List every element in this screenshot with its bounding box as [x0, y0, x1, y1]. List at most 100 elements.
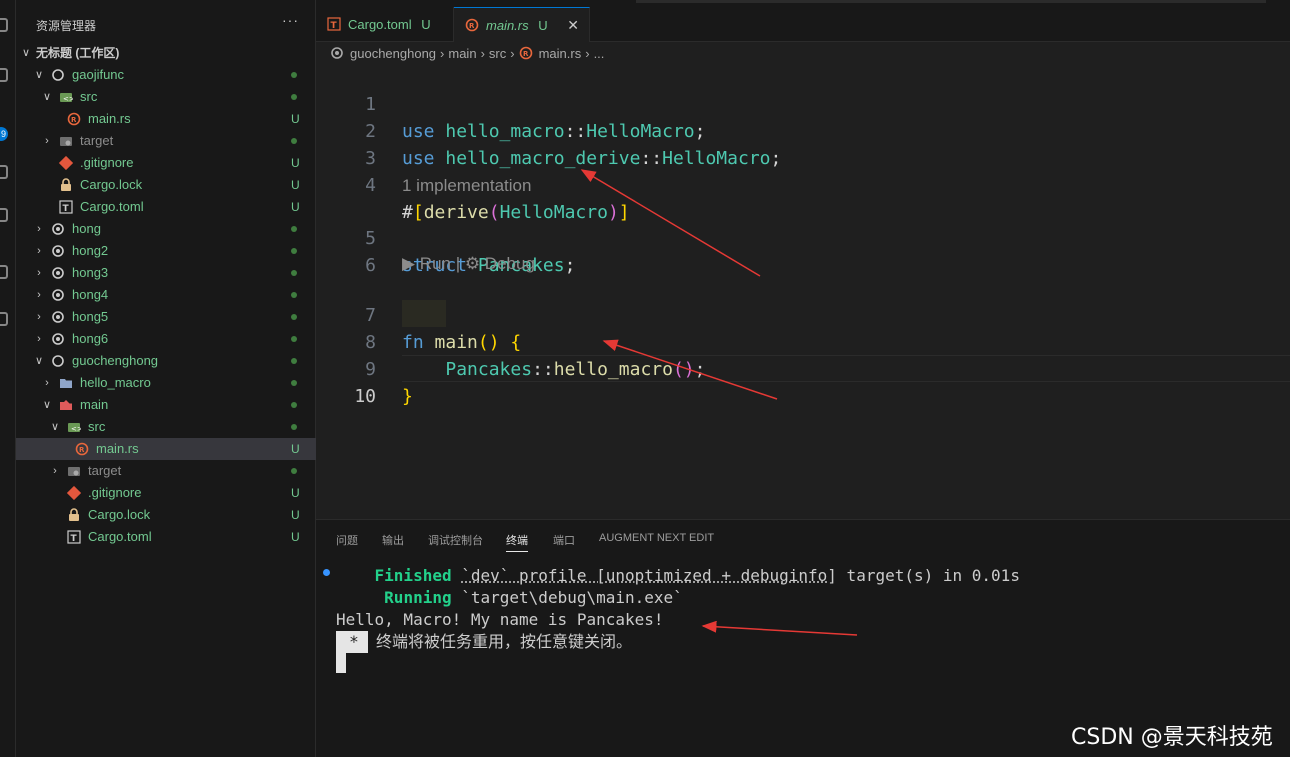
chevron-down-icon: ∨ — [42, 399, 52, 411]
tree-folder-target[interactable]: › target — [16, 460, 316, 482]
explorer-sidebar: 资源管理器 ··· ∨ 无标题 (工作区) ∨ gaojifunc ∨ <> s… — [16, 0, 316, 757]
breadcrumb-item[interactable]: main — [448, 46, 476, 61]
chevron-right-icon: › — [53, 465, 57, 477]
chevron-right-icon: › — [37, 333, 41, 345]
tree-label: Cargo.lock — [80, 177, 143, 192]
codelens-implementations[interactable]: 1 implementation — [402, 172, 531, 199]
breadcrumb-item[interactable]: guochenghong — [350, 46, 436, 61]
breadcrumb-item[interactable]: main.rs — [539, 46, 582, 61]
tree-label: src — [88, 419, 106, 434]
tree-folder-src[interactable]: ∨ <> src — [16, 86, 316, 108]
tree-label: hong4 — [72, 287, 109, 302]
tree-folder-hong6[interactable]: › hong6 — [16, 328, 316, 350]
tab-augment-next-edit[interactable]: AUGMENT NEXT EDIT — [599, 532, 714, 544]
tree-folder-hello-macro[interactable]: › hello_macro — [16, 372, 316, 394]
lock-icon — [69, 508, 79, 521]
search-icon[interactable] — [0, 68, 8, 82]
terminal-line: Running `target\debug\main.exe` — [336, 587, 683, 609]
tab-status: U — [421, 17, 431, 32]
breadcrumb-item[interactable]: src — [489, 46, 506, 61]
tree-file-cargo-toml[interactable]: T Cargo.toml U — [16, 526, 316, 548]
tab-cargo-toml[interactable]: T Cargo.toml U — [316, 7, 454, 42]
breadcrumb-item[interactable]: ... — [594, 46, 605, 61]
chevron-right-icon: › — [37, 245, 41, 257]
tree-file-gitignore[interactable]: .gitignore U — [16, 152, 316, 174]
tree-file-main-rs-selected[interactable]: R main.rs U — [16, 438, 316, 460]
close-icon[interactable]: ✕ — [567, 8, 579, 43]
tree-folder-hong3[interactable]: › hong3 — [16, 262, 316, 284]
status-dot — [291, 314, 297, 320]
svg-text:<>: <> — [71, 425, 81, 433]
chevron-down-icon: ∨ — [42, 91, 52, 103]
workspace-row[interactable]: ∨ 无标题 (工作区) — [16, 42, 316, 64]
src-folder-icon: <> — [68, 423, 81, 433]
tab-terminal[interactable]: 终端 — [506, 532, 528, 552]
extensions-icon[interactable] — [0, 208, 8, 222]
chevron-right-icon: › — [45, 135, 49, 147]
project-icon — [331, 47, 343, 59]
tree-file-main-rs[interactable]: R main.rs U — [16, 108, 316, 130]
tree-label: target — [88, 463, 122, 478]
terminal-output: Hello, Macro! My name is Pancakes! — [336, 610, 664, 629]
tree-folder-src[interactable]: ∨ <> src — [16, 416, 316, 438]
tree-folder-hong2[interactable]: › hong2 — [16, 240, 316, 262]
rust-file-icon: R — [67, 112, 81, 126]
explorer-icon[interactable] — [0, 18, 8, 32]
chevron-right-icon: › — [37, 289, 41, 301]
workspace-label: 无标题 (工作区) — [36, 46, 120, 60]
terminal-link[interactable]: `dev` profile [unoptimized + debuginfo] — [461, 566, 837, 585]
status-dot — [291, 270, 297, 276]
git-untracked-badge: U — [291, 112, 300, 126]
title-bar-divider — [636, 0, 1266, 3]
json-icon[interactable] — [0, 312, 8, 326]
tree-folder-target[interactable]: › target — [16, 130, 316, 152]
tree-folder-guochenghong[interactable]: ∨ guochenghong — [16, 350, 316, 372]
status-dot — [291, 72, 297, 78]
tree-file-cargo-toml[interactable]: T Cargo.toml U — [16, 196, 316, 218]
tree-folder-main[interactable]: ∨ main — [16, 394, 316, 416]
tab-debug-console[interactable]: 调试控制台 — [428, 532, 483, 548]
terminal-token: Finished — [374, 566, 452, 585]
run-debug-icon[interactable] — [0, 165, 8, 179]
tree-folder-hong4[interactable]: › hong4 — [16, 284, 316, 306]
tree-file-cargo-lock[interactable]: Cargo.lock U — [16, 504, 316, 526]
git-untracked-badge: U — [291, 530, 300, 544]
tree-folder-gaojifunc[interactable]: ∨ gaojifunc — [16, 64, 316, 86]
terminal-token: `target\debug\main.exe` — [451, 588, 683, 607]
tree-label: hello_macro — [80, 375, 151, 390]
token: } — [402, 386, 413, 407]
git-file-icon — [59, 156, 73, 170]
status-dot — [291, 292, 297, 298]
remote-icon[interactable] — [0, 265, 8, 279]
tab-main-rs[interactable]: R main.rs U ✕ — [454, 7, 590, 42]
tree-file-gitignore[interactable]: .gitignore U — [16, 482, 316, 504]
chevron-right-icon: › — [45, 377, 49, 389]
chevron-right-icon: › — [480, 46, 485, 61]
code-line: 7 fn main() { — [316, 275, 1290, 353]
project-icon — [52, 69, 64, 81]
tab-label: Cargo.toml — [348, 17, 412, 32]
command-decoration-icon[interactable] — [323, 569, 330, 576]
target-folder-icon — [60, 137, 72, 146]
more-actions-button[interactable]: ··· — [282, 12, 299, 28]
code-line: 2 use hello_macro_derive::HelloMacro; — [316, 91, 1290, 169]
tab-ports[interactable]: 端口 — [553, 532, 575, 548]
tab-problems[interactable]: 问题 — [336, 532, 358, 548]
tree-folder-hong5[interactable]: › hong5 — [16, 306, 316, 328]
tree-file-cargo-lock[interactable]: Cargo.lock U — [16, 174, 316, 196]
terminal-line: Finished `dev` profile [unoptimized + de… — [336, 565, 1020, 587]
status-dot — [291, 336, 297, 342]
tab-output[interactable]: 输出 — [382, 532, 404, 548]
tab-label: main.rs — [486, 18, 529, 33]
status-dot — [291, 226, 297, 232]
svg-text:R: R — [79, 446, 85, 454]
tree-folder-hong[interactable]: › hong — [16, 218, 316, 240]
code-editor[interactable]: 1 use hello_macro::HelloMacro; 2 use hel… — [316, 64, 1290, 519]
source-control-badge: 9 — [0, 127, 8, 141]
codelens-run-debug[interactable]: ▶ Run | ⚙ Debug — [402, 250, 535, 277]
status-dot — [291, 402, 297, 408]
svg-text:R: R — [469, 22, 475, 30]
tree-label: .gitignore — [80, 155, 134, 170]
git-untracked-badge: U — [291, 200, 300, 214]
tree-label: Cargo.toml — [80, 199, 144, 214]
